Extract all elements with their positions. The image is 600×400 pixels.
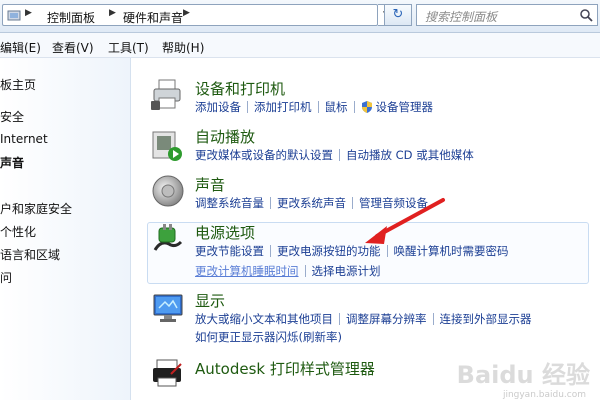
link-separator xyxy=(270,197,271,209)
sidebar: 板主页 安全 Internet 声音 户和家庭安全 个性化 语言和区域 问 xyxy=(0,58,131,400)
speaker-icon xyxy=(152,175,184,207)
menu-help[interactable]: 帮助(H) xyxy=(162,39,204,56)
autoplay-icon xyxy=(152,131,182,161)
adjust-resolution-link[interactable]: 调整屏幕分辨率 xyxy=(346,312,427,326)
search-icon[interactable] xyxy=(579,8,593,22)
power-icon xyxy=(153,224,183,251)
link-separator xyxy=(353,101,355,113)
menu-view[interactable]: 查看(V) xyxy=(52,39,94,56)
watermark-subtext: jingyan.baidu.com xyxy=(502,390,586,400)
address-bar: ▶ 控制面板 ▶ 硬件和声音 ▶ ▼ ↻ 搜索控制面板 xyxy=(0,0,600,33)
control-panel-icon xyxy=(7,10,21,21)
sidebar-item-family-safety[interactable]: 户和家庭安全 xyxy=(0,200,72,217)
fix-flicker-link[interactable]: 如何更正显示器闪烁(刷新率) xyxy=(195,330,342,344)
device-manager-link[interactable]: 设备管理器 xyxy=(376,100,434,114)
menu-edit[interactable]: 编辑(E) xyxy=(0,39,41,56)
sidebar-item-personalization[interactable]: 个性化 xyxy=(0,223,36,240)
sidebar-item-region-language[interactable]: 语言和区域 xyxy=(0,246,60,263)
category-title[interactable]: 设备和打印机 xyxy=(195,78,285,99)
change-default-settings-link[interactable]: 更改媒体或设备的默认设置 xyxy=(195,148,333,162)
choose-power-plan-link[interactable]: 选择电源计划 xyxy=(312,264,381,278)
change-sleep-time-link[interactable]: 更改计算机睡眠时间 xyxy=(195,264,299,278)
breadcrumb-control-panel[interactable]: 控制面板 xyxy=(47,9,95,26)
plotter-icon xyxy=(153,359,182,387)
sidebar-item-security[interactable]: 安全 xyxy=(0,108,24,125)
adjust-volume-link[interactable]: 调整系统音量 xyxy=(195,196,264,210)
category-title[interactable]: 电源选项 xyxy=(195,222,255,243)
watermark-text: Baidu 经验 xyxy=(456,361,590,389)
red-arrow-annotation-icon xyxy=(365,198,445,244)
breadcrumb-separator-icon[interactable]: ▶ xyxy=(25,8,32,18)
breadcrumb-hardware-sound[interactable]: 硬件和声音 xyxy=(123,9,183,26)
category-title[interactable]: 声音 xyxy=(195,174,225,195)
change-power-saving-link[interactable]: 更改节能设置 xyxy=(195,244,264,258)
printer-icon xyxy=(151,79,181,110)
link-separator xyxy=(304,265,306,277)
link-separator xyxy=(247,101,248,113)
sidebar-item-internet[interactable]: Internet xyxy=(0,132,48,146)
add-device-link[interactable]: 添加设备 xyxy=(195,100,241,114)
search-placeholder: 搜索控制面板 xyxy=(425,10,498,24)
change-system-sounds-link[interactable]: 更改系统声音 xyxy=(277,196,346,210)
refresh-button[interactable]: ↻ xyxy=(384,4,412,26)
category-title[interactable]: Autodesk 打印样式管理器 xyxy=(195,358,375,379)
link-separator xyxy=(339,313,340,325)
search-input[interactable]: 搜索控制面板 xyxy=(416,4,598,26)
breadcrumb-separator-icon[interactable]: ▶ xyxy=(109,8,116,18)
link-separator xyxy=(270,245,271,257)
display-icon xyxy=(153,294,183,322)
uac-shield-icon xyxy=(361,101,372,113)
menu-bar: 编辑(E) 查看(V) 工具(T) 帮助(H) xyxy=(0,33,600,58)
sidebar-item-ease-of-access[interactable]: 问 xyxy=(0,269,12,286)
category-title[interactable]: 自动播放 xyxy=(195,126,255,147)
link-separator xyxy=(432,313,434,325)
breadcrumb[interactable]: ▶ 控制面板 ▶ 硬件和声音 ▶ xyxy=(2,4,378,26)
mouse-link[interactable]: 鼠标 xyxy=(325,100,348,114)
link-separator xyxy=(317,101,319,113)
autoplay-cd-link[interactable]: 自动播放 CD 或其他媒体 xyxy=(346,148,474,162)
sidebar-item-home[interactable]: 板主页 xyxy=(0,76,36,93)
menu-tools[interactable]: 工具(T) xyxy=(108,39,149,56)
breadcrumb-separator-icon[interactable]: ▶ xyxy=(183,8,190,18)
resize-text-link[interactable]: 放大或缩小文本和其他项目 xyxy=(195,312,333,326)
link-separator xyxy=(339,149,340,161)
add-printer-link[interactable]: 添加打印机 xyxy=(254,100,312,114)
connect-external-display-link[interactable]: 连接到外部显示器 xyxy=(440,312,532,326)
sidebar-item-sound[interactable]: 声音 xyxy=(0,154,24,171)
category-title[interactable]: 显示 xyxy=(195,290,225,311)
refresh-icon: ↻ xyxy=(392,7,404,22)
main-content: 设备和打印机 添加设备 添加打印机 鼠标 设备管理器 自动播放 更改媒体或设备的默认设… xyxy=(131,58,600,400)
